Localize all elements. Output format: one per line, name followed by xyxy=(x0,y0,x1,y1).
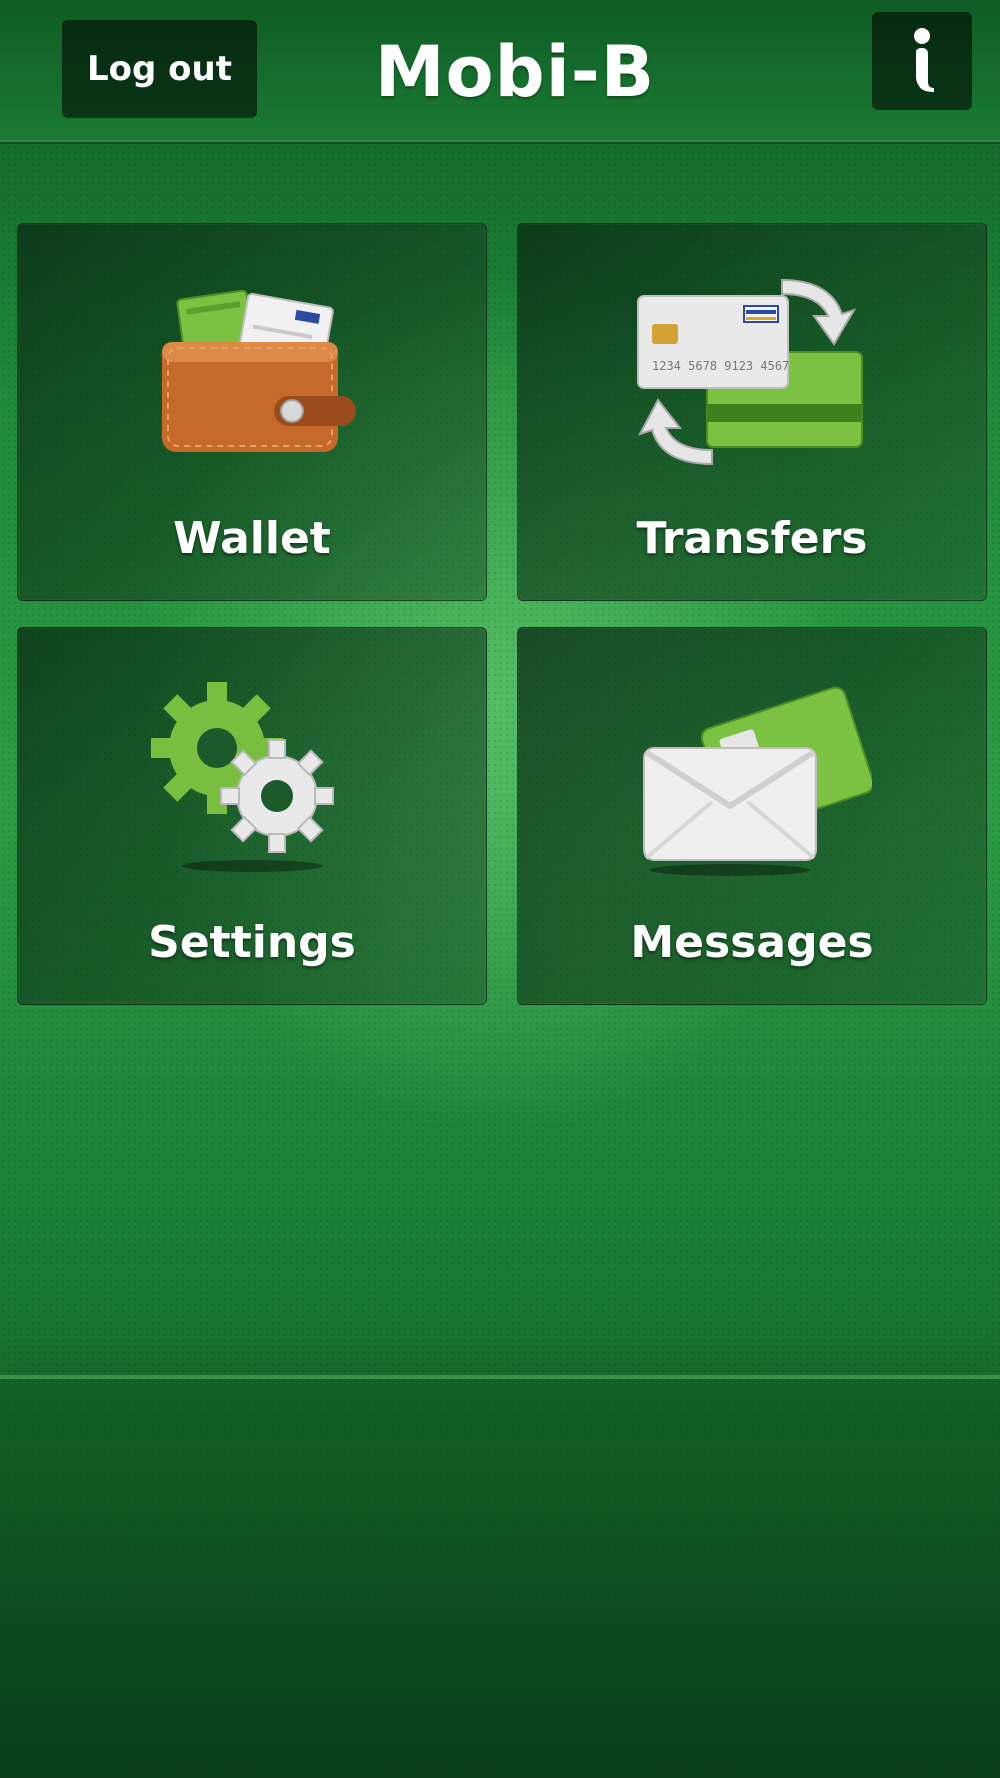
info-button[interactable] xyxy=(872,12,972,110)
envelope-icon xyxy=(518,683,986,876)
tile-label-wallet: Wallet xyxy=(173,513,331,564)
tile-messages[interactable]: Messages xyxy=(517,627,987,1005)
wallet-icon xyxy=(18,279,486,469)
card-number: 1234 5678 9123 4567 xyxy=(652,359,789,373)
tile-settings[interactable]: Settings xyxy=(17,627,487,1005)
app-title: Mobi-B xyxy=(374,31,656,113)
tile-wallet[interactable]: Wallet xyxy=(17,223,487,601)
app-header: Log out Mobi-B xyxy=(0,0,1000,142)
logout-button[interactable]: Log out xyxy=(62,20,257,118)
card-transfer-icon: 1234 5678 9123 4567 xyxy=(518,278,986,469)
tile-label-settings: Settings xyxy=(148,917,356,968)
info-icon xyxy=(914,28,934,92)
tile-label-transfers: Transfers xyxy=(636,513,868,564)
gears-icon xyxy=(18,682,486,873)
tile-transfers[interactable]: 1234 5678 9123 4567 Transfers xyxy=(517,223,987,601)
bottom-panel xyxy=(0,1379,1000,1778)
tile-label-messages: Messages xyxy=(630,917,874,968)
